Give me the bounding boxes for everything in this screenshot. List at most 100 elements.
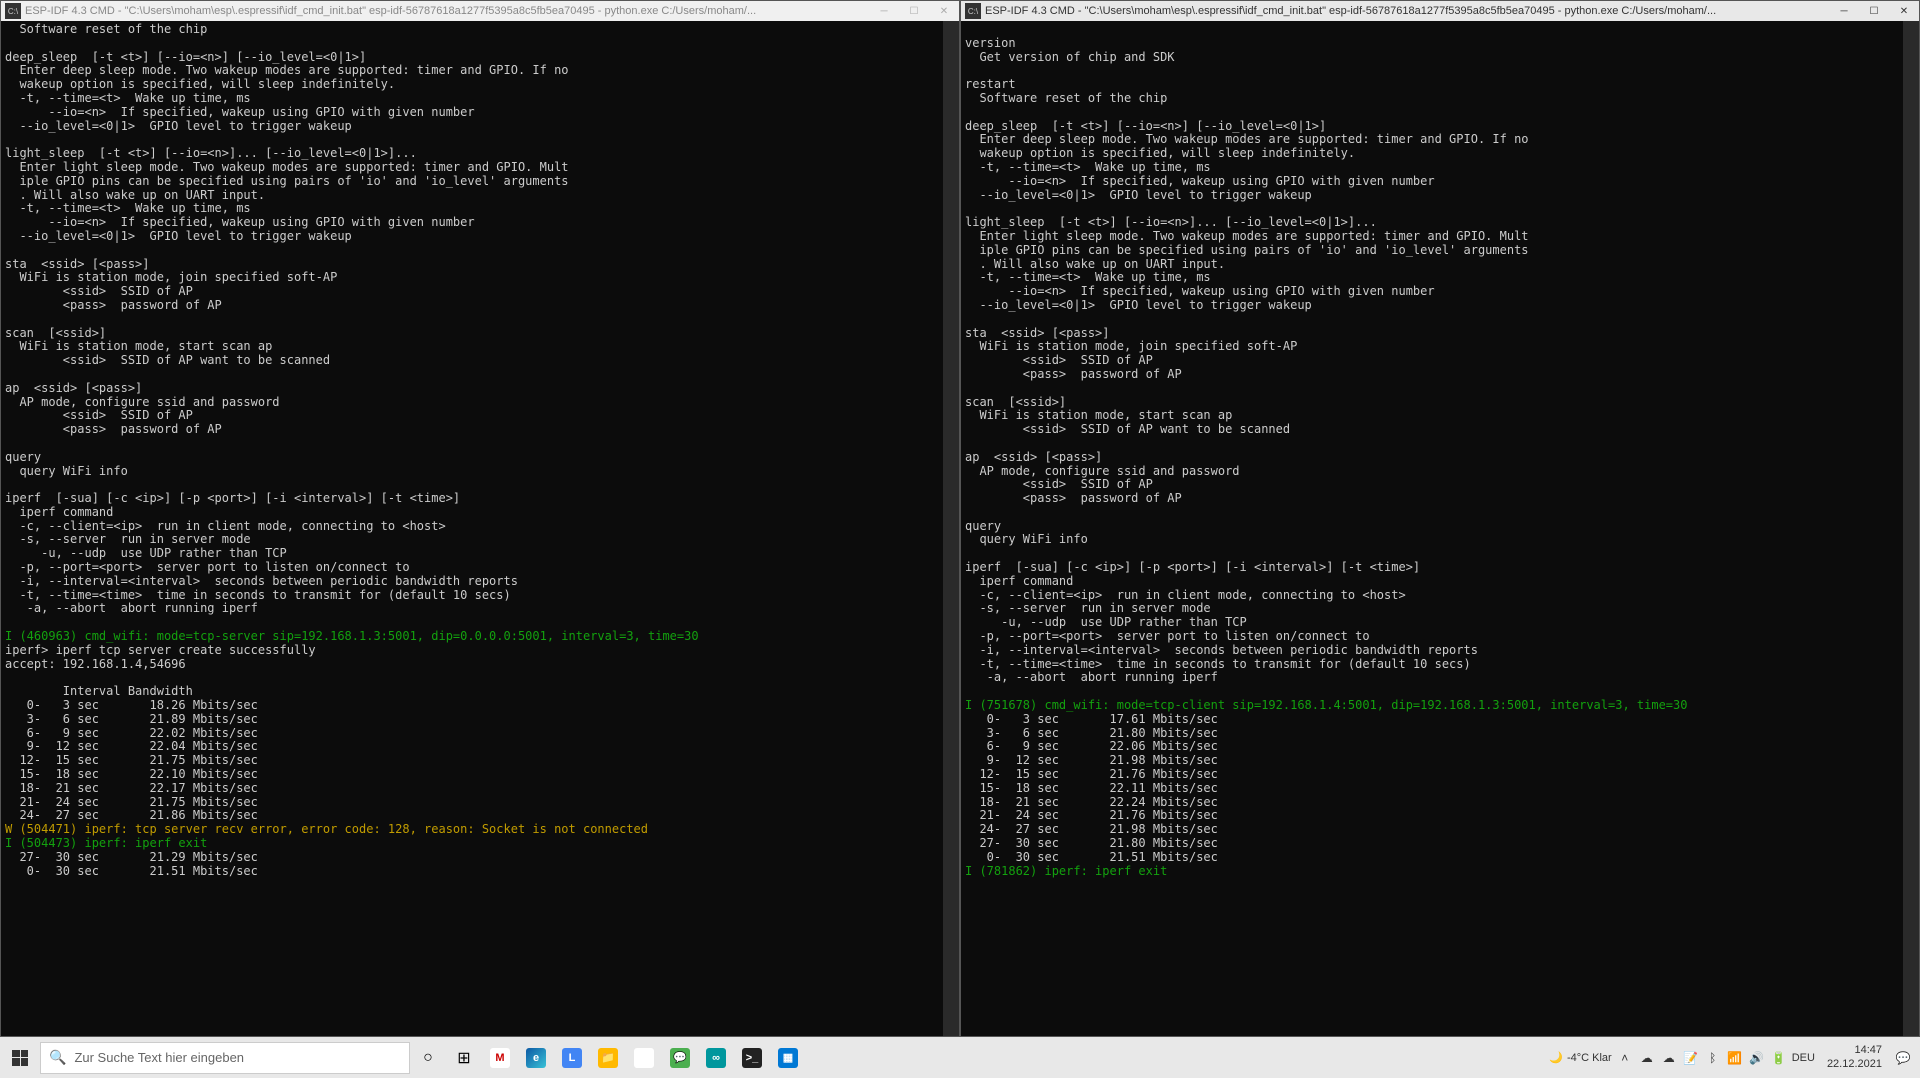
terminal-line: iperf [-sua] [-c <ip>] [-p <port>] [-i <… bbox=[965, 561, 1915, 575]
terminal-line bbox=[965, 106, 1915, 120]
weather-icon[interactable]: 🌙 bbox=[1549, 1051, 1563, 1064]
cortana-icon[interactable]: ○ bbox=[410, 1037, 446, 1078]
messaging-icon[interactable]: 💬 bbox=[662, 1037, 698, 1078]
terminal-line: 12- 15 sec 21.75 Mbits/sec bbox=[5, 754, 955, 768]
explorer-icon[interactable]: 📁 bbox=[590, 1037, 626, 1078]
terminal-line: 6- 9 sec 22.06 Mbits/sec bbox=[965, 740, 1915, 754]
terminal-line bbox=[5, 133, 955, 147]
terminal-line: <pass> password of AP bbox=[965, 492, 1915, 506]
terminal-line: Interval Bandwidth bbox=[5, 685, 955, 699]
chrome-icon[interactable]: ◉ bbox=[626, 1037, 662, 1078]
close-button[interactable]: ✕ bbox=[929, 1, 959, 21]
terminal-line: <pass> password of AP bbox=[5, 299, 955, 313]
terminal-line bbox=[965, 437, 1915, 451]
arduino-icon[interactable]: ∞ bbox=[698, 1037, 734, 1078]
search-placeholder: Zur Suche Text hier eingeben bbox=[74, 1050, 244, 1065]
terminal-line: Software reset of the chip bbox=[5, 23, 955, 37]
terminal-output-left[interactable]: Software reset of the chip deep_sleep [-… bbox=[1, 21, 959, 1036]
titlebar-left[interactable]: C:\ ESP-IDF 4.3 CMD - "C:\Users\moham\es… bbox=[1, 1, 959, 21]
terminal-line: Enter light sleep mode. Two wakeup modes… bbox=[965, 230, 1915, 244]
tray-battery-icon[interactable]: 🔋 bbox=[1770, 1051, 1788, 1065]
terminal-line: -i, --interval=<interval> seconds betwee… bbox=[5, 575, 955, 589]
window-title-left: ESP-IDF 4.3 CMD - "C:\Users\moham\esp\.e… bbox=[25, 5, 869, 17]
tray-onedrive-icon[interactable]: ☁ bbox=[1660, 1051, 1678, 1065]
terminal-line: 24- 27 sec 21.86 Mbits/sec bbox=[5, 809, 955, 823]
terminal-line bbox=[965, 313, 1915, 327]
terminal-line: light_sleep [-t <t>] [--io=<n>]... [--io… bbox=[965, 216, 1915, 230]
tray-bluetooth-icon[interactable]: ᛒ bbox=[1704, 1051, 1722, 1065]
app-icon: C:\ bbox=[5, 3, 21, 19]
weather-text[interactable]: -4°C Klar bbox=[1567, 1052, 1612, 1064]
language-indicator[interactable]: DEU bbox=[1792, 1052, 1815, 1064]
close-button[interactable]: ✕ bbox=[1889, 1, 1919, 21]
terminal-line: 3- 6 sec 21.80 Mbits/sec bbox=[965, 727, 1915, 741]
terminal-line: -a, --abort abort running iperf bbox=[5, 602, 955, 616]
system-tray: 🌙 -4°C Klar ˄ ☁ ☁ 📝 ᛒ 📶 🔊 🔋 DEU 14:47 22… bbox=[1549, 1044, 1920, 1070]
terminal-line bbox=[5, 478, 955, 492]
terminal-line: Enter deep sleep mode. Two wakeup modes … bbox=[965, 133, 1915, 147]
terminal-line bbox=[5, 368, 955, 382]
terminal-window-right: C:\ ESP-IDF 4.3 CMD - "C:\Users\moham\es… bbox=[960, 0, 1920, 1037]
notifications-icon[interactable]: 💬 bbox=[1894, 1051, 1912, 1065]
terminal-line: 0- 3 sec 17.61 Mbits/sec bbox=[965, 713, 1915, 727]
terminal-line: I (751678) cmd_wifi: mode=tcp-client sip… bbox=[965, 699, 1915, 713]
terminal-line: iperf command bbox=[965, 575, 1915, 589]
tray-wifi-icon[interactable]: 📶 bbox=[1726, 1051, 1744, 1065]
terminal-line: scan [<ssid>] bbox=[5, 327, 955, 341]
terminal-line: <ssid> SSID of AP bbox=[965, 354, 1915, 368]
terminal-line: -s, --server run in server mode bbox=[965, 602, 1915, 616]
terminal-line: -u, --udp use UDP rather than TCP bbox=[5, 547, 955, 561]
titlebar-right[interactable]: C:\ ESP-IDF 4.3 CMD - "C:\Users\moham\es… bbox=[961, 1, 1919, 21]
scrollbar-right[interactable] bbox=[1903, 21, 1919, 1036]
start-button[interactable] bbox=[0, 1037, 40, 1078]
maximize-button[interactable]: ☐ bbox=[899, 1, 929, 21]
cmd-icon[interactable]: >_ bbox=[734, 1037, 770, 1078]
terminal-line bbox=[965, 202, 1915, 216]
terminal-line: deep_sleep [-t <t>] [--io=<n>] [--io_lev… bbox=[965, 120, 1915, 134]
terminal-line: --io=<n> If specified, wakeup using GPIO… bbox=[965, 175, 1915, 189]
terminal-line bbox=[965, 506, 1915, 520]
terminal-line bbox=[965, 547, 1915, 561]
terminal-line: 0- 30 sec 21.51 Mbits/sec bbox=[965, 851, 1915, 865]
terminal-line: <ssid> SSID of AP bbox=[965, 478, 1915, 492]
tray-note-icon[interactable]: 📝 bbox=[1682, 1051, 1700, 1065]
tray-cloud-icon[interactable]: ☁ bbox=[1638, 1051, 1656, 1065]
terminal-line: wakeup option is specified, will sleep i… bbox=[965, 147, 1915, 161]
task-view-icon[interactable]: ⊞ bbox=[446, 1037, 482, 1078]
terminal-line: --io_level=<0|1> GPIO level to trigger w… bbox=[965, 299, 1915, 313]
terminal-line: I (460963) cmd_wifi: mode=tcp-server sip… bbox=[5, 630, 955, 644]
tray-chevron-icon[interactable]: ˄ bbox=[1616, 1051, 1634, 1065]
terminal-line: query bbox=[5, 451, 955, 465]
search-input[interactable]: 🔍 Zur Suche Text hier eingeben bbox=[40, 1042, 410, 1074]
terminal-line: AP mode, configure ssid and password bbox=[5, 396, 955, 410]
terminal-line: 12- 15 sec 21.76 Mbits/sec bbox=[965, 768, 1915, 782]
terminal-line: Enter deep sleep mode. Two wakeup modes … bbox=[5, 64, 955, 78]
tray-volume-icon[interactable]: 🔊 bbox=[1748, 1051, 1766, 1065]
terminal-line: 9- 12 sec 21.98 Mbits/sec bbox=[965, 754, 1915, 768]
scrollbar-left[interactable] bbox=[943, 21, 959, 1036]
app-icon-blue[interactable]: ▦ bbox=[770, 1037, 806, 1078]
edge-icon[interactable]: e bbox=[518, 1037, 554, 1078]
window-title-right: ESP-IDF 4.3 CMD - "C:\Users\moham\esp\.e… bbox=[985, 5, 1829, 17]
terminal-line: sta <ssid> [<pass>] bbox=[5, 258, 955, 272]
terminal-output-right[interactable]: version Get version of chip and SDK rest… bbox=[961, 21, 1919, 1036]
terminal-line: iperf [-sua] [-c <ip>] [-p <port>] [-i <… bbox=[5, 492, 955, 506]
terminal-line: sta <ssid> [<pass>] bbox=[965, 327, 1915, 341]
clock[interactable]: 14:47 22.12.2021 bbox=[1819, 1044, 1890, 1070]
terminal-line: version bbox=[965, 37, 1915, 51]
terminal-line: -t, --time=<t> Wake up time, ms bbox=[965, 161, 1915, 175]
minimize-button[interactable]: ─ bbox=[869, 1, 899, 21]
terminal-line: 0- 3 sec 18.26 Mbits/sec bbox=[5, 699, 955, 713]
terminal-line: -u, --udp use UDP rather than TCP bbox=[965, 616, 1915, 630]
taskbar: 🔍 Zur Suche Text hier eingeben ○ ⊞ M e L… bbox=[0, 1037, 1920, 1078]
terminal-line bbox=[5, 37, 955, 51]
terminal-line: 21- 24 sec 21.76 Mbits/sec bbox=[965, 809, 1915, 823]
terminal-line: -p, --port=<port> server port to listen … bbox=[5, 561, 955, 575]
terminal-line: --io=<n> If specified, wakeup using GPIO… bbox=[965, 285, 1915, 299]
terminal-line: WiFi is station mode, start scan ap bbox=[965, 409, 1915, 423]
maximize-button[interactable]: ☐ bbox=[1859, 1, 1889, 21]
terminal-line: iple GPIO pins can be specified using pa… bbox=[965, 244, 1915, 258]
app-icon-l[interactable]: L bbox=[554, 1037, 590, 1078]
minimize-button[interactable]: ─ bbox=[1829, 1, 1859, 21]
mcafee-icon[interactable]: M bbox=[482, 1037, 518, 1078]
